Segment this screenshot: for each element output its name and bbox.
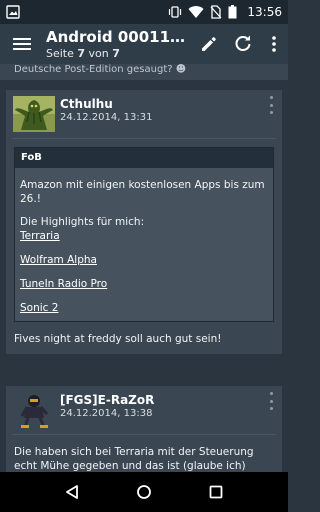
navigation-bar [0,472,288,512]
post-text: Fives night at freddy soll auch gut sein… [14,333,222,345]
edit-button[interactable] [192,24,226,64]
recents-icon [209,485,223,499]
post-header: [FGS]E-RaZoR 24.12.2014, 13:38 [6,386,282,434]
wifi-icon [188,5,204,19]
notification-image-icon [6,5,20,19]
page-separator: von [85,46,113,60]
overflow-menu-button[interactable] [260,24,288,64]
post-author[interactable]: [FGS]E-RaZoR [60,393,154,407]
thread-title: Android 000110... [46,27,192,46]
divider [12,138,276,139]
quote-intro: Die Highlights für mich: [20,216,145,228]
emoji-icon: ☻ [175,64,187,75]
quote-title: FoB [15,148,273,168]
dot [269,96,273,99]
refresh-button[interactable] [226,24,260,64]
app-bar: Android 000110... Seite 7 von 7 [0,24,288,64]
no-sim-icon [210,5,222,19]
post-card: [FGS]E-RaZoR 24.12.2014, 13:38 Die haben… [6,386,282,472]
post-overflow-menu[interactable] [266,392,276,410]
link-tunein-radio-pro[interactable]: TuneIn Radio Pro [20,277,267,291]
link-wolfram-alpha[interactable]: Wolfram Alpha [20,253,267,267]
quote-body: Amazon mit einigen kostenlosen Apps bis … [15,168,273,321]
vibrate-icon [168,5,182,19]
status-bar: 13:56 [0,0,288,24]
dot [269,111,273,114]
post-date: 24.12.2014, 13:38 [60,408,153,419]
menu-button[interactable] [0,24,44,64]
post-card: Cthulhu 24.12.2014, 13:31 FoB Amazon mit… [6,90,282,354]
page-prefix: Seite [46,46,78,60]
hamburger-menu-icon [13,38,31,50]
quote-text: Amazon mit einigen kostenlosen Apps bis … [20,179,265,205]
edit-icon [202,37,216,51]
link-sonic-2[interactable]: Sonic 2 [20,301,267,315]
post-author[interactable]: Cthulhu [60,97,113,111]
overflow-menu-icon [272,36,276,52]
previous-post-text: Deutsche Post-Edition gesaugt? [14,64,173,75]
previous-post-snippet: Deutsche Post-Edition gesaugt? ☻ [0,64,288,80]
link-terraria[interactable]: Terraria [20,229,267,243]
post-date: 24.12.2014, 13:31 [60,112,153,123]
back-button[interactable] [52,472,92,512]
home-button[interactable] [124,472,164,512]
dot [269,392,273,395]
battery-icon [228,5,237,19]
post-text: Die haben sich bei Terraria mit der Steu… [14,446,254,472]
status-clock: 13:56 [247,5,282,19]
page-current: 7 [77,46,86,60]
avatar[interactable] [13,96,55,132]
recents-button[interactable] [196,472,236,512]
back-icon [66,485,78,499]
dot [269,103,273,107]
dot [269,407,273,410]
page-total: 7 [112,46,120,60]
app-bar-titles: Android 000110... Seite 7 von 7 [44,28,192,61]
refresh-icon [235,35,251,51]
post-overflow-menu[interactable] [266,96,276,114]
quote-block: FoB Amazon mit einigen kostenlosen Apps … [14,147,274,322]
page-indicator: Seite 7 von 7 [46,47,192,61]
avatar[interactable] [13,392,55,428]
post-header: Cthulhu 24.12.2014, 13:31 [6,90,282,138]
dot [269,399,273,403]
home-icon [137,485,151,499]
thread-content[interactable]: Deutsche Post-Edition gesaugt? ☻ Cthulhu… [0,64,288,472]
